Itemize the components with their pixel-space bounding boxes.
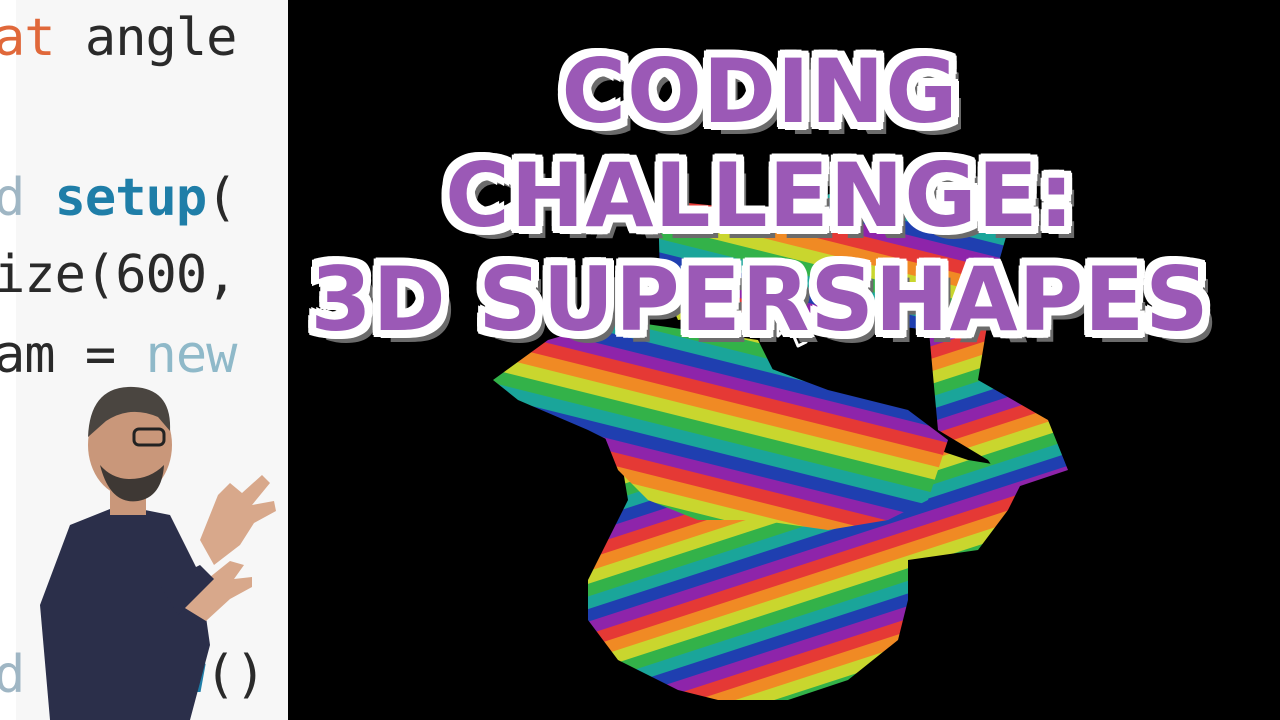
title-line-1: CODING CHALLENGE: [445,40,1075,247]
title-line-2: 3D SUPERSHAPES [310,248,1210,351]
video-title: CODING CHALLENGE: 3D SUPERSHAPES [300,40,1220,352]
code-keyword: at [0,8,56,68]
code-text: ( [206,168,237,228]
code-keyword: d [0,168,25,228]
code-function: setup [24,168,208,228]
presenter-figure [40,386,276,720]
code-line-2: d setup( [0,168,237,228]
code-text: ize(600, [0,245,237,305]
code-text: angle [54,8,238,68]
code-line-3: ize(600, [0,245,237,305]
code-line-1: at angle [0,8,238,68]
code-keyword: d [0,645,25,705]
